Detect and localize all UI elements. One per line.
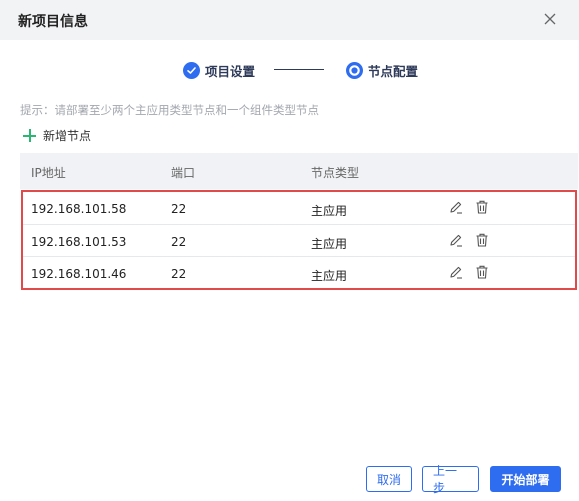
cell-port: 22	[171, 235, 187, 249]
hint-text: 提示：请部署至少两个主应用类型节点和一个组件类型节点	[20, 103, 319, 117]
cell-ip: 192.168.101.58	[31, 202, 127, 216]
column-header-type: 节点类型	[311, 166, 360, 180]
table-row: 192.168.101.53 22 主应用	[23, 224, 575, 256]
node-table: IP地址 端口 节点类型 192.168.101.58 22 主应用 192.1…	[20, 153, 578, 290]
dialog-title: 新项目信息	[18, 14, 88, 30]
start-deploy-button[interactable]: 开始部署	[490, 466, 561, 492]
column-header-port: 端口	[171, 166, 196, 180]
delete-icon[interactable]	[474, 264, 490, 280]
new-project-dialog: 新项目信息 项目设置 节点配置 提示：请部署至少两个主应用类型节点和一个组件类型…	[0, 0, 579, 501]
edit-icon[interactable]	[448, 264, 464, 280]
step-node-config[interactable]: 节点配置	[346, 60, 418, 80]
dot-circle-icon	[346, 61, 363, 79]
step-indicator: 项目设置 节点配置	[0, 60, 579, 80]
dialog-footer: 取消 上一步 开始部署	[0, 464, 579, 495]
add-node-button[interactable]: 新增节点	[23, 127, 91, 144]
table-row: 192.168.101.58 22 主应用	[23, 192, 575, 224]
table-header: IP地址 端口 节点类型	[20, 153, 578, 189]
delete-icon[interactable]	[474, 199, 490, 215]
cell-type: 主应用	[311, 204, 348, 218]
close-icon[interactable]	[539, 8, 561, 30]
cancel-button[interactable]: 取消	[366, 466, 412, 492]
column-header-ip: IP地址	[31, 166, 66, 180]
cell-type: 主应用	[311, 237, 348, 251]
table-row: 192.168.101.46 22 主应用	[23, 256, 575, 288]
add-node-label: 新增节点	[43, 129, 92, 143]
step-label: 节点配置	[368, 63, 419, 79]
row-actions	[448, 264, 500, 280]
edit-icon[interactable]	[448, 232, 464, 248]
step-label: 项目设置	[205, 63, 256, 79]
cell-ip: 192.168.101.46	[31, 267, 127, 281]
cell-type: 主应用	[311, 269, 348, 283]
row-actions	[448, 199, 500, 215]
cell-port: 22	[171, 267, 187, 281]
step-project-settings[interactable]: 项目设置	[183, 60, 255, 80]
edit-icon[interactable]	[448, 199, 464, 215]
cell-port: 22	[171, 202, 187, 216]
table-body-highlighted: 192.168.101.58 22 主应用 192.168.101.53 22 …	[21, 190, 577, 290]
row-actions	[448, 232, 500, 248]
step-connector	[274, 69, 324, 70]
delete-icon[interactable]	[474, 232, 490, 248]
cell-ip: 192.168.101.53	[31, 235, 127, 249]
previous-step-button[interactable]: 上一步	[422, 464, 479, 495]
plus-icon	[23, 129, 36, 142]
check-circle-icon	[183, 61, 200, 79]
dialog-header: 新项目信息	[0, 0, 579, 40]
